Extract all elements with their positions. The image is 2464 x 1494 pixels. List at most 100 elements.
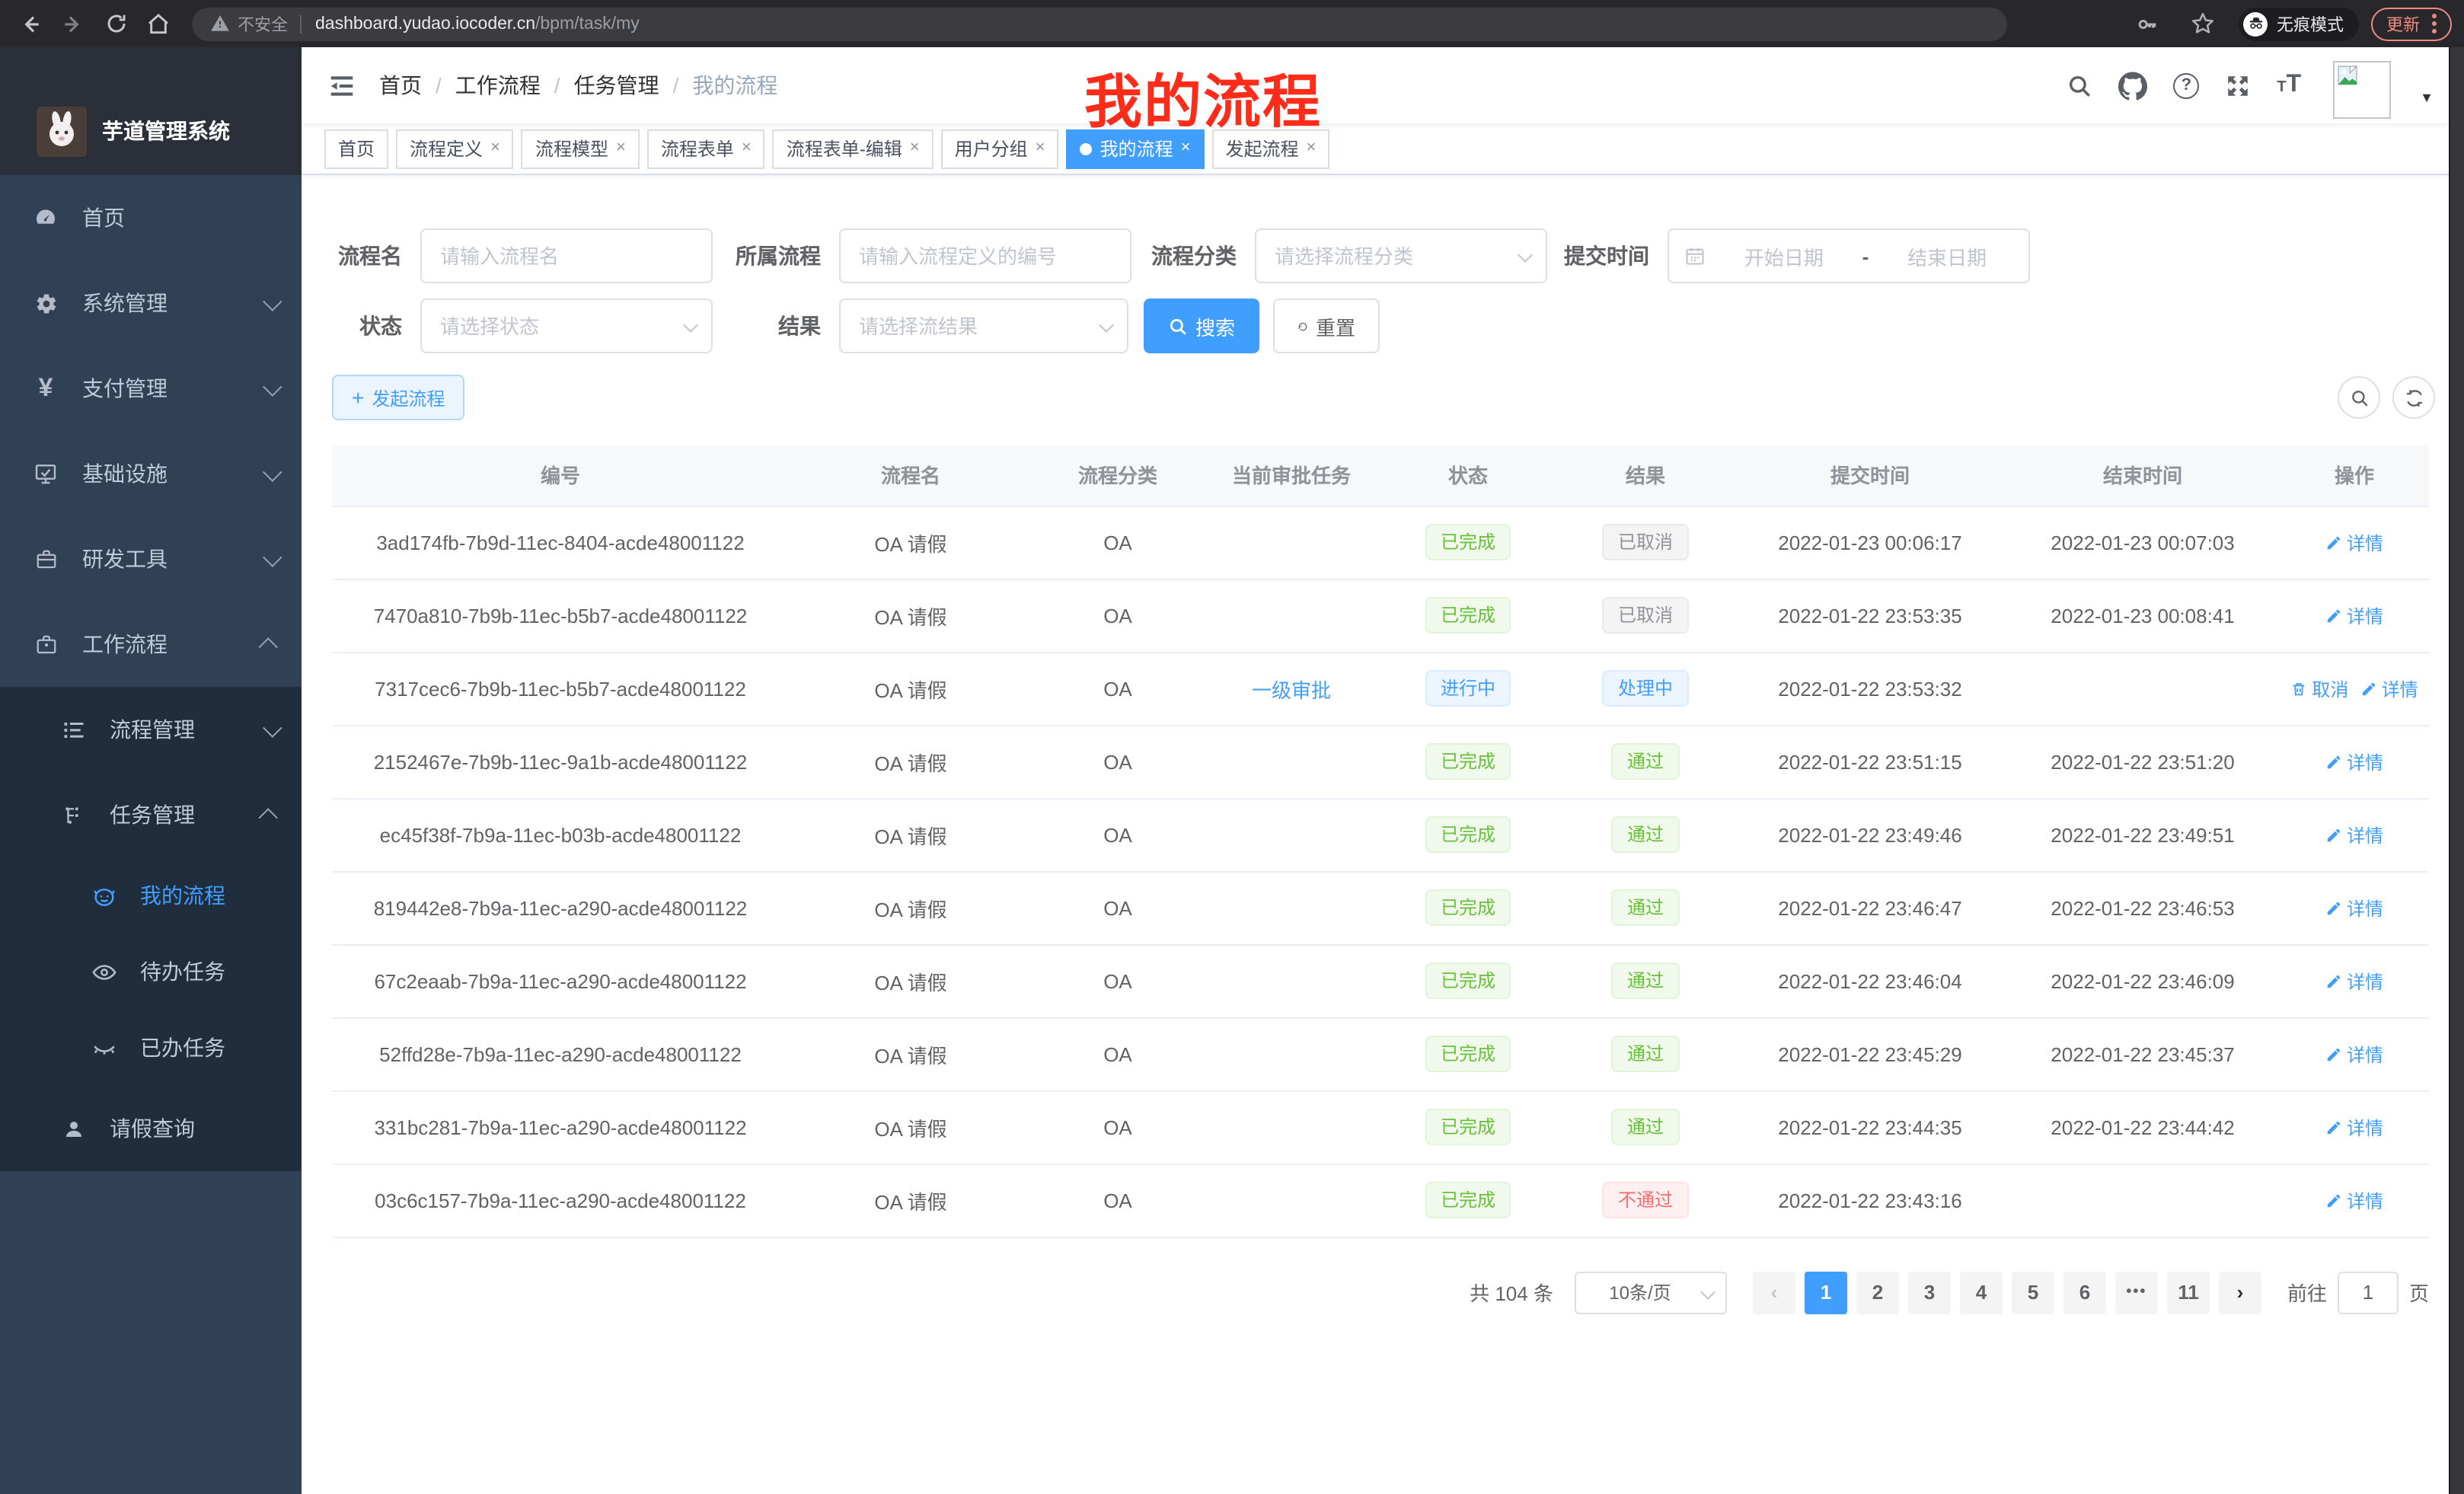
tab-process-form[interactable]: 流程表单× <box>647 129 765 168</box>
fullscreen-icon[interactable] <box>2225 72 2251 98</box>
detail-button[interactable]: 详情 <box>2360 675 2418 701</box>
cell-id: 52ffd28e-7b9a-11ec-a290-acde48001122 <box>332 1017 789 1090</box>
sidebar-item-devtools[interactable]: 研发工具 <box>0 516 302 602</box>
page-button-1[interactable]: 1 <box>1805 1271 1847 1314</box>
page-size-select[interactable] <box>1575 1271 1727 1314</box>
more-pages-button[interactable]: ••• <box>2115 1271 2158 1314</box>
detail-button[interactable]: 详情 <box>2325 895 2383 921</box>
sidebar-logo[interactable]: 芋道管理系统 <box>0 47 302 175</box>
reload-icon[interactable] <box>97 5 134 42</box>
bookmark-star-icon[interactable] <box>2184 5 2220 42</box>
incognito-label: 无痕模式 <box>2277 11 2344 36</box>
sidebar-item-done-tasks[interactable]: 已办任务 <box>0 1010 302 1086</box>
sidebar-fold-icon[interactable] <box>327 71 356 100</box>
sidebar-item-workflow[interactable]: 工作流程 <box>0 602 302 687</box>
current-task-link[interactable]: 一级审批 <box>1252 678 1331 701</box>
address-bar[interactable]: 不安全 dashboard.yudao.iocoder.cn/bpm/task/… <box>192 7 2007 40</box>
result-select-input[interactable] <box>839 298 1128 353</box>
next-page-button[interactable]: › <box>2219 1271 2261 1314</box>
page-button-11[interactable]: 11 <box>2167 1271 2210 1314</box>
avatar[interactable] <box>2333 61 2391 119</box>
detail-button[interactable]: 详情 <box>2325 602 2383 628</box>
show-search-button[interactable] <box>2338 376 2380 419</box>
detail-button[interactable]: 详情 <box>2325 968 2383 994</box>
help-icon[interactable]: ? <box>2173 72 2199 98</box>
browser-toolbar: 不安全 dashboard.yudao.iocoder.cn/bpm/task/… <box>0 0 2464 47</box>
incognito-badge: 无痕模式 <box>2239 7 2359 40</box>
detail-button[interactable]: 详情 <box>2325 749 2383 774</box>
cell-name: OA 请假 <box>789 944 1033 1017</box>
sidebar-item-task-mgmt[interactable]: 任务管理 <box>0 772 302 857</box>
status-select-input[interactable] <box>420 298 713 353</box>
browser-menu-icon[interactable] <box>2432 14 2437 34</box>
breadcrumb-item[interactable]: 工作流程 <box>455 70 541 101</box>
detail-button[interactable]: 详情 <box>2325 1041 2383 1067</box>
chrome-update-button[interactable]: 更新 <box>2371 7 2452 40</box>
github-icon[interactable] <box>2118 71 2147 100</box>
create-process-label: 发起流程 <box>372 385 445 410</box>
table-row: 03c6c157-7b9a-11ec-a290-acde48001122 OA … <box>332 1164 2429 1237</box>
page-button-2[interactable]: 2 <box>1856 1271 1899 1314</box>
cancel-button[interactable]: 取消 <box>2290 675 2348 701</box>
status-select[interactable] <box>420 298 713 353</box>
sidebar-item-system[interactable]: 系统管理 <box>0 260 302 346</box>
tab-process-model[interactable]: 流程模型× <box>522 129 640 168</box>
home-icon[interactable] <box>140 5 177 42</box>
cancel-label: 取消 <box>2312 675 2348 701</box>
page-button-5[interactable]: 5 <box>2012 1271 2054 1314</box>
sidebar-item-payment[interactable]: ¥ 支付管理 <box>0 346 302 431</box>
detail-button[interactable]: 详情 <box>2325 529 2383 555</box>
submit-time-range-picker[interactable]: 开始日期 - 结束日期 <box>1668 228 2030 283</box>
cell-task <box>1203 944 1380 1017</box>
reset-button[interactable]: 重置 <box>1273 298 1380 353</box>
cell-submit-time: 2022-01-22 23:45:29 <box>1735 1017 2006 1090</box>
tab-home[interactable]: 首页 <box>324 129 388 168</box>
close-icon[interactable]: × <box>616 140 626 157</box>
category-select[interactable] <box>1255 228 1547 283</box>
category-select-input[interactable] <box>1255 228 1547 283</box>
avatar-caret-icon[interactable]: ▼ <box>2420 90 2434 105</box>
process-definition-input[interactable] <box>839 228 1131 283</box>
process-name-input[interactable] <box>420 228 713 283</box>
sidebar-item-todo-tasks[interactable]: 待办任务 <box>0 934 302 1010</box>
page-size-input[interactable] <box>1575 1271 1727 1314</box>
tab-user-group[interactable]: 用户分组× <box>941 129 1059 168</box>
back-icon[interactable] <box>12 5 49 42</box>
sidebar-item-process-mgmt[interactable]: 流程管理 <box>0 687 302 772</box>
annotation-title: 我的流程 <box>1084 55 1322 139</box>
window-edge <box>2449 47 2464 1494</box>
page-button-6[interactable]: 6 <box>2063 1271 2106 1314</box>
refresh-button[interactable] <box>2392 376 2435 419</box>
forward-icon[interactable] <box>55 5 91 42</box>
close-icon[interactable]: × <box>742 140 752 157</box>
close-icon[interactable]: × <box>1036 140 1045 157</box>
table-row: 67c2eaab-7b9a-11ec-a290-acde48001122 OA … <box>332 944 2429 1017</box>
tab-process-definition[interactable]: 流程定义× <box>396 129 514 168</box>
page-button-3[interactable]: 3 <box>1908 1271 1951 1314</box>
prev-page-button[interactable]: ‹ <box>1753 1271 1795 1314</box>
detail-button[interactable]: 详情 <box>2325 822 2383 848</box>
close-icon[interactable]: × <box>490 140 500 157</box>
tab-process-form-edit[interactable]: 流程表单-编辑× <box>773 129 934 168</box>
sidebar-item-my-process[interactable]: 我的流程 <box>0 857 302 934</box>
font-size-icon[interactable]: TT <box>2277 72 2301 99</box>
sidebar-item-leave-query[interactable]: 请假查询 <box>0 1086 302 1171</box>
search-button[interactable]: 搜索 <box>1144 298 1259 353</box>
header-search-icon[interactable] <box>2067 72 2092 98</box>
sidebar-item-label: 基础设施 <box>82 458 168 489</box>
sidebar-item-infra[interactable]: 基础设施 <box>0 431 302 516</box>
breadcrumb-item[interactable]: 首页 <box>379 70 422 101</box>
page-button-4[interactable]: 4 <box>1960 1271 2003 1314</box>
cell-task <box>1203 1164 1380 1237</box>
goto-page-input[interactable] <box>2338 1271 2399 1314</box>
detail-button[interactable]: 详情 <box>2325 1187 2383 1213</box>
sidebar-item-home[interactable]: 首页 <box>0 175 302 260</box>
close-icon[interactable]: × <box>1181 140 1191 157</box>
password-key-icon[interactable] <box>2129 5 2166 42</box>
create-process-button[interactable]: + 发起流程 <box>332 375 464 420</box>
detail-button[interactable]: 详情 <box>2325 1114 2383 1140</box>
breadcrumb-item[interactable]: 任务管理 <box>574 70 659 101</box>
result-select[interactable] <box>839 298 1128 353</box>
close-icon[interactable]: × <box>910 140 920 157</box>
close-icon[interactable]: × <box>1306 140 1316 157</box>
